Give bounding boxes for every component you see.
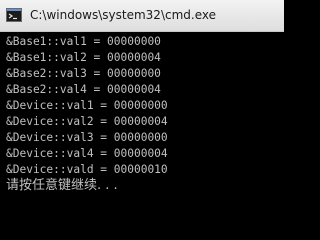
cmd-window: C:\windows\system32\cmd.exe &Base1::val1…: [0, 0, 284, 231]
window-title: C:\windows\system32\cmd.exe: [30, 8, 216, 22]
continue-prompt: 请按任意键继续. . .: [6, 178, 118, 193]
console-line: &Device::vald = 00000010: [6, 163, 168, 176]
console-line: &Device::val1 = 00000000: [6, 99, 168, 112]
console-line: &Base2::val4 = 00000004: [6, 83, 161, 96]
console-line: &Base2::val3 = 00000000: [6, 67, 161, 80]
title-bar[interactable]: C:\windows\system32\cmd.exe: [0, 0, 284, 32]
console-line: &Base1::val2 = 00000004: [6, 51, 161, 64]
console-line: &Base1::val1 = 00000000: [6, 35, 161, 48]
console-line: &Device::val4 = 00000004: [6, 147, 168, 160]
console-line: &Device::val3 = 00000000: [6, 131, 168, 144]
console-output[interactable]: &Base1::val1 = 00000000 &Base1::val2 = 0…: [0, 32, 284, 231]
cmd-icon[interactable]: [6, 8, 22, 22]
console-line: &Device::val2 = 00000004: [6, 115, 168, 128]
